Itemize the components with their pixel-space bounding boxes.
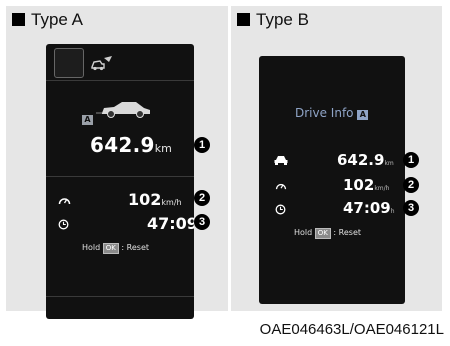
panel-b-heading: Type B [237,10,309,30]
car-side-icon [96,102,150,118]
clock-icon [275,204,286,215]
b-distance-value: 642.9 [337,151,385,169]
figure-caption: OAE046463L/OAE046121L [259,321,444,338]
marker-1-b: 1 [403,152,419,168]
ok-key: OK [102,243,119,254]
b-speed-readout: 102km/h [343,175,389,194]
b-hold-reset-hint: Hold OK : Reset [294,228,361,239]
marker-3-b: 3 [403,200,419,216]
distance-readout: 642.9km [90,133,172,157]
reset-text: : Reset [121,243,150,252]
b-distance-unit: km [384,160,394,167]
b-speed-unit: km/h [374,185,390,192]
cluster-screen-b: Drive Info A 642.9km 102km/h 47:09h Hold [259,56,405,304]
time-readout: 47:09 [147,214,194,233]
distance-unit: km [154,142,172,155]
square-bullet-icon [12,13,25,26]
speed-value: 102 [128,190,162,209]
drive-info-label: Drive Info [295,106,354,120]
marker-2-a: 2 [194,190,210,206]
badge-a: A [357,110,369,120]
speed-unit: km/h [161,198,182,207]
cluster-screen-a: A 642.9km 102km/h 47:09 Hold OK : Reset [46,44,194,319]
car-front-icon [274,156,288,165]
marker-2-b: 2 [403,177,419,193]
clock-icon [58,219,69,230]
panel-a-heading: Type A [12,10,83,30]
mode-tile [54,48,84,78]
mid-divider [46,176,194,177]
b-time-unit: h [390,208,395,215]
panel-a-label: Type A [31,10,83,29]
hold-text: Hold [82,243,101,252]
b-time-value: 47:09 [343,199,391,217]
mode-badge: A [82,107,93,126]
ok-key: OK [314,228,331,239]
b-distance-readout: 642.9km [337,150,394,169]
b-time-readout: 47:09h [343,198,395,217]
panel-type-b: Type B Drive Info A 642.9km 102km/h 47:0… [231,6,442,311]
panel-b-label: Type B [256,10,309,29]
bottom-divider [46,296,194,297]
reset-text: : Reset [333,228,362,237]
top-divider [46,80,194,81]
speedometer-icon [275,183,287,190]
badge-a: A [82,115,93,125]
car-ecu-icon [91,56,112,71]
hold-text: Hold [294,228,313,237]
drive-info-title: Drive Info A [295,106,369,120]
panel-type-a: Type A A 642.9km 102km/h 47:09 Hold OK:… [6,6,228,319]
time-value: 47:09 [147,214,194,233]
hold-reset-hint: Hold OK : Reset [82,243,149,254]
speed-readout: 102km/h [128,190,182,209]
square-bullet-icon [237,13,250,26]
speedometer-icon [58,198,71,205]
marker-3-a: 3 [194,214,210,230]
marker-1-a: 1 [194,137,210,153]
distance-value: 642.9 [90,133,155,157]
b-speed-value: 102 [343,176,375,194]
